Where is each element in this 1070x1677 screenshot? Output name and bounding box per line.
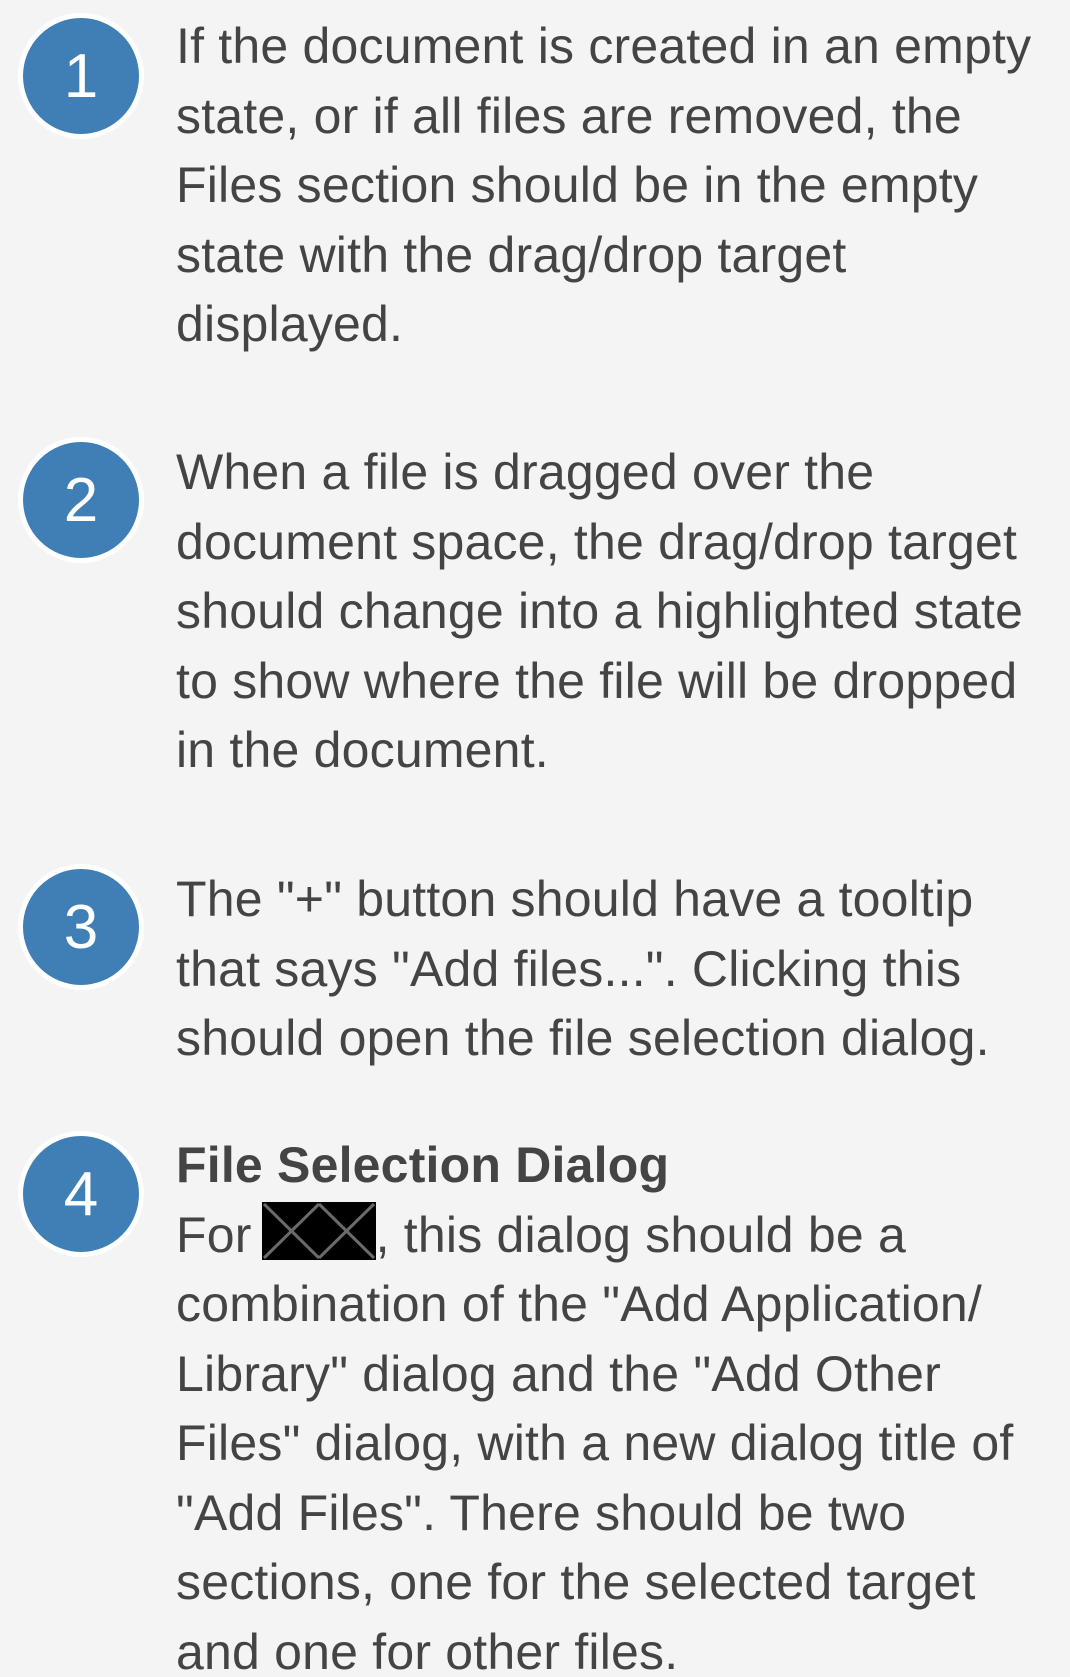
step-number-badge: 2: [18, 437, 144, 563]
step-text: The "+" button should have a tooltip tha…: [176, 871, 990, 1066]
instructions-page: 1 If the document is created in an empty…: [0, 0, 1070, 1677]
step-number-badge: 3: [18, 864, 144, 990]
step-heading: File Selection Dialog: [176, 1137, 670, 1193]
step-text-before: For: [176, 1206, 252, 1263]
step-text-after: , this dialog should be a combination of…: [176, 1206, 1014, 1677]
step-number-badge: 4: [18, 1131, 144, 1257]
redacted-box-icon: [261, 1201, 376, 1260]
step-text: File Selection Dialog For , this dialog …: [176, 1131, 1058, 1677]
step-text: If the document is created in an empty s…: [176, 18, 1032, 352]
step-text: When a file is dragged over the document…: [176, 444, 1024, 778]
step-number-badge: 1: [18, 13, 144, 139]
